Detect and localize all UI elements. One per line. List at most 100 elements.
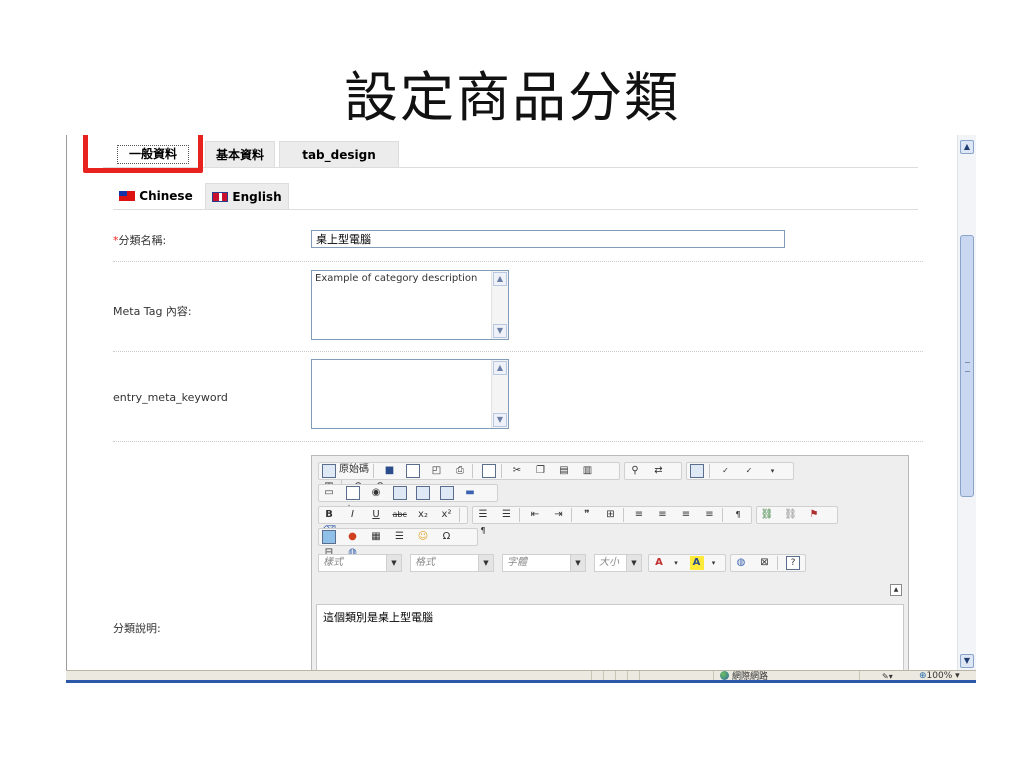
select-field-icon[interactable] (439, 486, 454, 500)
button-icon[interactable]: ▬ (463, 486, 477, 500)
copy-icon[interactable]: ❐ (534, 464, 548, 478)
help-icon[interactable]: ? (786, 556, 800, 570)
toolbar-group: B I U abc x₂ x² ⌫ (318, 506, 468, 536)
style-select[interactable]: 樣式 ▼ (318, 554, 402, 572)
source-label[interactable]: 原始碼 (339, 464, 369, 475)
chevron-down-icon[interactable]: ▼ (570, 555, 585, 571)
page-scrollbar[interactable]: ▲ ▼ (957, 135, 976, 670)
align-justify-icon[interactable]: ≡ (703, 508, 717, 522)
subscript-icon[interactable]: x₂ (416, 508, 430, 522)
spellcheck-icon[interactable]: ✓ (719, 464, 733, 478)
text-color-icon[interactable]: A (652, 556, 666, 570)
textfield-icon[interactable] (392, 486, 407, 500)
tab-chinese-label: Chinese (139, 189, 193, 203)
tab-design-label: tab_design (302, 148, 376, 162)
image-icon[interactable] (322, 530, 336, 544)
toolbar-group: ✓ ✓ ▾ (686, 462, 794, 480)
main-tabs: 一般資料 基本資料 tab_design (103, 141, 918, 168)
toolbar-group: ☰ ☰ ⇤ ⇥ ❞ ⊞ ≡ ≡ ≡ ≡ ¶ ¶ (472, 506, 752, 535)
meta-description-textarea[interactable]: Example of category description ▲ ▼ (311, 270, 509, 340)
numbered-list-icon[interactable]: ☰ (476, 508, 490, 522)
scroll-up-icon[interactable]: ▲ (493, 361, 507, 375)
underline-icon[interactable]: U (369, 508, 383, 522)
superscript-icon[interactable]: x² (440, 508, 454, 522)
tab-basic[interactable]: 基本資料 (205, 141, 275, 167)
background-color-icon[interactable]: A (689, 556, 704, 570)
checkbox-icon[interactable] (345, 486, 360, 500)
toolbar-group: ⛓ ⛓ ⚑ (756, 506, 838, 524)
scroll-up-icon[interactable]: ▲ (960, 140, 974, 154)
smiley-icon[interactable]: ☺ (416, 530, 430, 544)
tab-english[interactable]: English (205, 183, 289, 209)
templates-icon[interactable] (481, 464, 496, 478)
editor-content-area[interactable]: 這個類別是桌上型電腦 (316, 604, 904, 670)
print-icon[interactable]: ⎙ (453, 464, 467, 478)
dropdown-arrow-icon[interactable]: ▾ (669, 556, 683, 570)
italic-icon[interactable]: I (346, 508, 360, 522)
outdent-icon[interactable]: ⇤ (528, 508, 542, 522)
replace-icon[interactable]: ⇄ (652, 464, 666, 478)
paste-icon[interactable]: ▤ (557, 464, 571, 478)
tab-english-label: English (232, 190, 282, 204)
radio-icon[interactable]: ◉ (369, 486, 383, 500)
scroll-down-icon[interactable]: ▼ (960, 654, 974, 668)
toolbar-group: 原始碼 ■ ◰ ⎙ ✂ ❐ ▤ ▥ ▦ ↶ ↷ (318, 462, 620, 494)
textarea-icon[interactable] (416, 486, 430, 500)
align-center-icon[interactable]: ≡ (656, 508, 670, 522)
meta-keyword-label: entry_meta_keyword (113, 391, 228, 404)
align-left-icon[interactable]: ≡ (632, 508, 646, 522)
form-icon[interactable]: ▭ (322, 486, 336, 500)
size-select[interactable]: 大小 ▼ (594, 554, 642, 572)
flash-icon[interactable]: ● (346, 530, 360, 544)
spellcheck-as-you-type-icon[interactable]: ✓ (742, 464, 756, 478)
preview-icon[interactable]: ◰ (430, 464, 444, 478)
scroll-up-icon[interactable]: ▲ (493, 272, 507, 286)
cut-icon[interactable]: ✂ (510, 464, 524, 478)
scroll-down-icon[interactable]: ▼ (493, 324, 507, 338)
bold-icon[interactable]: B (322, 508, 336, 522)
blockquote-icon[interactable]: ❞ (580, 508, 594, 522)
style-select-label: 樣式 (323, 557, 343, 568)
toolbar-collapse-icon[interactable]: ▲ (890, 584, 902, 596)
meta-keyword-textarea[interactable]: ▲ ▼ (311, 359, 509, 429)
toolbar-group: ● ▦ ☰ ☺ Ω ⊟ ◍ (318, 528, 478, 558)
special-char-icon[interactable]: Ω (440, 530, 454, 544)
anchor-flag-icon[interactable]: ⚑ (807, 508, 821, 522)
dropdown-arrow-icon[interactable]: ▾ (766, 464, 780, 478)
save-icon[interactable]: ■ (383, 464, 397, 478)
select-all-icon[interactable] (690, 464, 704, 478)
horizontal-rule-icon[interactable]: ☰ (393, 530, 407, 544)
page-content: 一般資料 基本資料 tab_design Chinese English *分類… (67, 135, 957, 670)
unlink-icon[interactable]: ⛓ (784, 508, 798, 522)
scroll-down-icon[interactable]: ▼ (493, 413, 507, 427)
chevron-down-icon[interactable]: ▼ (386, 555, 401, 571)
find-icon[interactable]: ⚲ (628, 464, 642, 478)
tab-design[interactable]: tab_design (279, 141, 399, 167)
link-icon[interactable]: ⛓ (760, 508, 774, 522)
scrollbar-thumb[interactable] (960, 235, 974, 497)
textarea-scrollbar[interactable]: ▲ ▼ (491, 271, 508, 339)
chevron-down-icon[interactable]: ▼ (478, 555, 493, 571)
tab-chinese[interactable]: Chinese (113, 183, 199, 209)
toolbar-group: ⚲ ⇄ (624, 462, 682, 480)
new-page-icon[interactable] (406, 464, 420, 478)
strike-icon[interactable]: abc (393, 508, 407, 522)
table-icon[interactable]: ▦ (369, 530, 383, 544)
indent-icon[interactable]: ⇥ (552, 508, 566, 522)
textarea-scrollbar[interactable]: ▲ ▼ (491, 360, 508, 428)
align-right-icon[interactable]: ≡ (679, 508, 693, 522)
format-select[interactable]: 格式 ▼ (410, 554, 494, 572)
category-name-label-text: 分類名稱: (118, 234, 167, 247)
show-blocks-icon[interactable]: ⊠ (758, 556, 772, 570)
maximize-icon[interactable]: ◍ (734, 556, 748, 570)
font-select[interactable]: 字體 ▼ (502, 554, 586, 572)
dropdown-arrow-icon[interactable]: ▾ (707, 556, 721, 570)
category-name-input[interactable]: 桌上型電腦 (311, 230, 785, 248)
chevron-down-icon[interactable]: ▼ (626, 555, 641, 571)
div-container-icon[interactable]: ⊞ (604, 508, 618, 522)
ltr-icon[interactable]: ¶ (731, 508, 745, 522)
paste-text-icon[interactable]: ▥ (581, 464, 595, 478)
format-select-label: 格式 (415, 557, 435, 568)
bulleted-list-icon[interactable]: ☰ (500, 508, 514, 522)
source-icon[interactable] (322, 464, 336, 478)
